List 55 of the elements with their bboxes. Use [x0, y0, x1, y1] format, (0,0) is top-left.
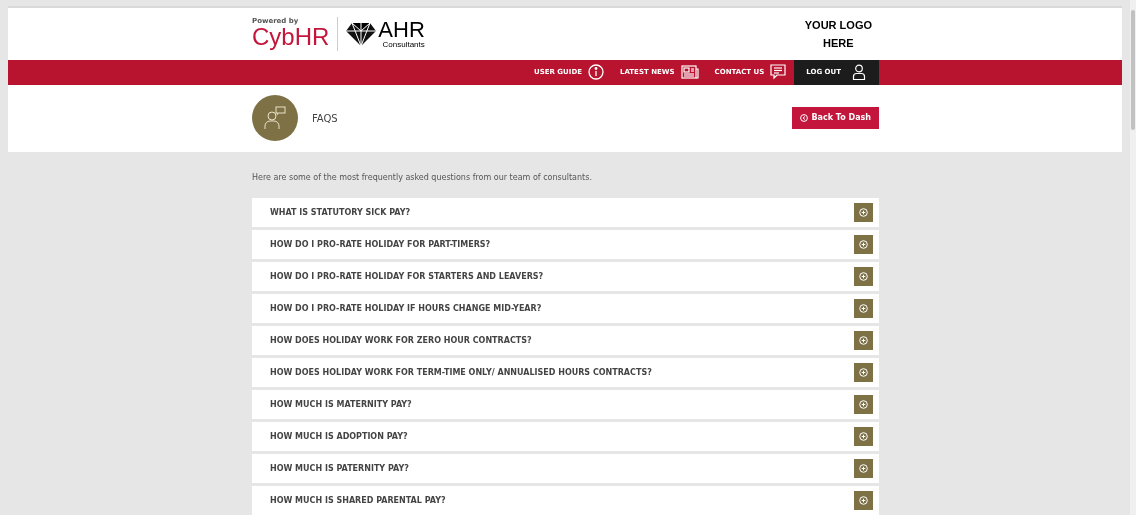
- faq-question: WHAT IS STATUTORY SICK PAY?: [270, 206, 411, 219]
- faq-question: HOW DO I PRO-RATE HOLIDAY IF HOURS CHANGE MID-YEAR?: [270, 302, 542, 315]
- faq-question: HOW MUCH IS MATERNITY PAY?: [270, 398, 412, 411]
- plus-circle-icon: [859, 368, 868, 377]
- speech-bubble-icon: [770, 64, 787, 81]
- back-to-dash-button[interactable]: Back To Dash: [792, 107, 879, 130]
- faq-avatar-icon: [252, 95, 298, 142]
- plus-circle-icon: [859, 464, 868, 473]
- partner-logo-subtitle: Consultants: [382, 40, 425, 49]
- faq-item[interactable]: HOW MUCH IS PATERNITY PAY?: [252, 454, 879, 483]
- newspaper-icon: [680, 65, 699, 80]
- diamond-logo-icon: [346, 21, 377, 46]
- faq-item[interactable]: HOW DOES HOLIDAY WORK FOR ZERO HOUR CONTRACTS?: [252, 326, 879, 355]
- partner-logo-text: AHR: [378, 18, 425, 41]
- brand-logo: CybHR: [252, 25, 330, 50]
- faq-item[interactable]: WHAT IS STATUTORY SICK PAY?: [252, 198, 879, 227]
- faq-item[interactable]: HOW MUCH IS SHARED PARENTAL PAY?: [252, 486, 879, 515]
- faq-item[interactable]: HOW DO I PRO-RATE HOLIDAY IF HOURS CHANGE MID-YEAR?: [252, 294, 879, 323]
- faq-item[interactable]: HOW DO I PRO-RATE HOLIDAY FOR PART-TIMERS?: [252, 230, 879, 259]
- expand-button[interactable]: [854, 459, 873, 478]
- expand-button[interactable]: [854, 203, 873, 222]
- expand-button[interactable]: [854, 491, 873, 510]
- plus-circle-icon: [859, 240, 868, 249]
- expand-button[interactable]: [854, 331, 873, 350]
- faq-question: HOW DOES HOLIDAY WORK FOR TERM-TIME ONLY/ ANNUALISED HOURS CONTRACTS?: [270, 366, 652, 379]
- plus-circle-icon: [859, 336, 868, 345]
- faq-item[interactable]: HOW DO I PRO-RATE HOLIDAY FOR STARTERS AND LEAVERS?: [252, 262, 879, 291]
- faq-item[interactable]: HOW MUCH IS ADOPTION PAY?: [252, 422, 879, 451]
- expand-button[interactable]: [854, 267, 873, 286]
- info-icon: [588, 64, 604, 81]
- plus-circle-icon: [859, 432, 868, 441]
- plus-circle-icon: [859, 208, 868, 217]
- circle-arrow-icon: [800, 114, 809, 123]
- plus-circle-icon: [859, 272, 868, 281]
- faq-question: HOW DO I PRO-RATE HOLIDAY FOR STARTERS AND LEAVERS?: [270, 270, 544, 283]
- faq-question: HOW DOES HOLIDAY WORK FOR ZERO HOUR CONTRACTS?: [270, 334, 532, 347]
- plus-circle-icon: [859, 304, 868, 313]
- faq-question: HOW MUCH IS PATERNITY PAY?: [270, 462, 409, 475]
- plus-circle-icon: [859, 496, 868, 505]
- faq-question: HOW MUCH IS ADOPTION PAY?: [270, 430, 408, 443]
- expand-button[interactable]: [854, 427, 873, 446]
- faq-item[interactable]: HOW DOES HOLIDAY WORK FOR TERM-TIME ONLY/ ANNUALISED HOURS CONTRACTS?: [252, 358, 879, 387]
- page-title: FAQS: [312, 111, 338, 126]
- plus-circle-icon: [859, 400, 868, 409]
- faq-item[interactable]: HOW MUCH IS MATERNITY PAY?: [252, 390, 879, 419]
- faq-question: HOW MUCH IS SHARED PARENTAL PAY?: [270, 494, 446, 507]
- expand-button[interactable]: [854, 299, 873, 318]
- expand-button[interactable]: [854, 235, 873, 254]
- expand-button[interactable]: [854, 363, 873, 382]
- expand-button[interactable]: [854, 395, 873, 414]
- faq-question: HOW DO I PRO-RATE HOLIDAY FOR PART-TIMERS?: [270, 238, 491, 251]
- client-logo-text: HERE: [823, 35, 854, 51]
- user-icon: [851, 64, 867, 81]
- client-logo-text: YOUR LOGO: [804, 17, 872, 33]
- intro-text: Here are some of the most frequently asked questions from our team of consultants.: [252, 172, 593, 184]
